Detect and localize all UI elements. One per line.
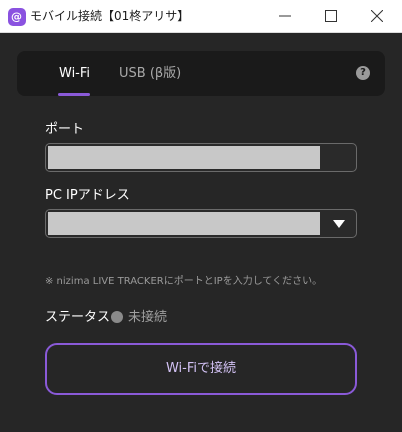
pc-ip-input[interactable]	[50, 213, 310, 234]
tab-usb[interactable]: USB (β版)	[119, 65, 181, 82]
pc-ip-dropdown[interactable]	[45, 209, 357, 238]
title-bar: @ モバイル接続【01柊アリサ】	[0, 0, 402, 33]
question-icon[interactable]: ?	[356, 66, 370, 80]
minimize-button[interactable]	[262, 0, 308, 33]
connect-wifi-button[interactable]: Wi-Fiで接続	[45, 343, 357, 395]
status-label: ステータス	[45, 310, 111, 325]
close-button[interactable]	[354, 0, 400, 33]
maximize-button[interactable]	[308, 0, 354, 33]
window-title: モバイル接続【01柊アリサ】	[30, 9, 190, 23]
port-input[interactable]	[50, 147, 310, 168]
tab-wifi[interactable]: Wi-Fi	[59, 65, 90, 82]
instruction-note: ※ nizima LIVE TRACKERにポートとIPを入力してください。	[45, 276, 323, 287]
port-field[interactable]	[45, 143, 357, 172]
port-label: ポート	[45, 122, 85, 137]
chevron-down-icon	[333, 220, 345, 228]
app-icon: @	[8, 8, 26, 26]
tab-bar: Wi-Fi USB (β版) ?	[17, 51, 385, 96]
tab-selected-indicator	[58, 93, 90, 96]
status-indicator-icon	[111, 311, 123, 323]
window-body: Wi-Fi USB (β版) ? ポート PC IPアドレス ※ nizima …	[0, 33, 402, 432]
close-icon	[371, 10, 383, 22]
status-value: 未接続	[128, 310, 168, 325]
maximize-icon	[325, 10, 337, 22]
minimize-icon	[279, 15, 291, 17]
pc-ip-label: PC IPアドレス	[45, 188, 130, 203]
